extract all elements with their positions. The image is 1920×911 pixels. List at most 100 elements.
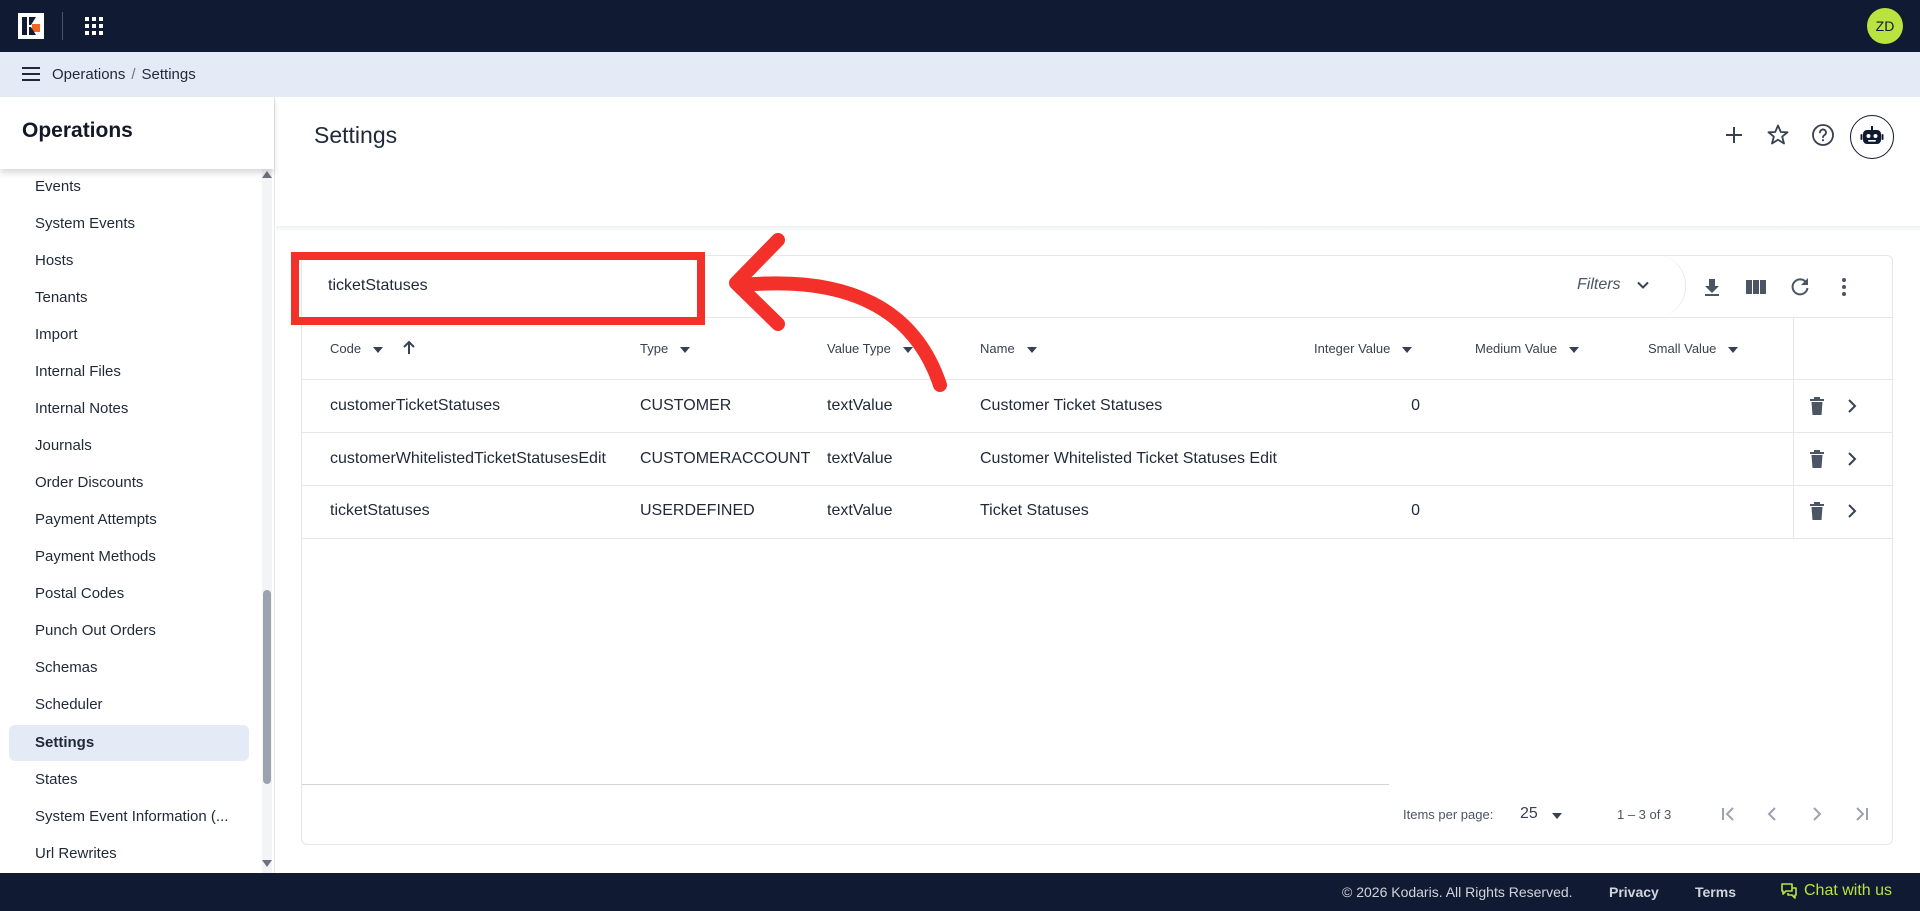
- chevron-down-icon[interactable]: [1636, 278, 1650, 292]
- apps-grid-icon[interactable]: [84, 16, 104, 36]
- sidebar-title: Operations: [22, 119, 133, 142]
- sidebar-item-scheduler[interactable]: Scheduler: [9, 687, 249, 723]
- terms-link[interactable]: Terms: [1695, 884, 1736, 900]
- row-divider: [302, 485, 1892, 486]
- prev-page-icon: [1767, 807, 1776, 821]
- favorite-button[interactable]: [1761, 118, 1795, 152]
- trash-icon[interactable]: [1807, 396, 1827, 416]
- arrow-up-icon[interactable]: [402, 340, 416, 356]
- previous-page-button[interactable]: [1760, 802, 1784, 826]
- sidebar-item-payment-attempts[interactable]: Payment Attempts: [9, 502, 249, 538]
- table-horizontal-scrollbar[interactable]: [302, 784, 1389, 785]
- column-header-type[interactable]: Type: [640, 341, 691, 356]
- refresh-icon: [1791, 278, 1809, 296]
- cell-code: ticketStatuses: [330, 502, 430, 519]
- sidebar-item-schemas[interactable]: Schemas: [9, 650, 249, 686]
- sidebar-item-punch-out-orders[interactable]: Punch Out Orders: [9, 613, 249, 649]
- page-title: Settings: [314, 122, 398, 148]
- last-page-button[interactable]: [1849, 802, 1873, 826]
- next-page-icon: [1813, 807, 1822, 821]
- sidebar-item-journals[interactable]: Journals: [9, 428, 249, 464]
- chevron-right-icon[interactable]: [1842, 501, 1862, 521]
- breadcrumb-current: Settings: [141, 66, 196, 83]
- help-button[interactable]: [1806, 118, 1840, 152]
- refresh-button[interactable]: [1786, 273, 1814, 301]
- columns-button[interactable]: [1742, 273, 1770, 301]
- sort-desc-icon[interactable]: [1569, 346, 1580, 353]
- scroll-down-icon[interactable]: [262, 860, 272, 867]
- trash-icon[interactable]: [1807, 449, 1827, 469]
- column-header-medium-value[interactable]: Medium Value: [1475, 341, 1580, 356]
- assistant-button[interactable]: [1850, 115, 1894, 159]
- sidebar-item-postal-codes[interactable]: Postal Codes: [9, 576, 249, 612]
- trash-icon[interactable]: [1807, 501, 1827, 521]
- row-divider: [302, 538, 1892, 539]
- star-icon: [1767, 124, 1789, 145]
- first-page-button[interactable]: [1717, 802, 1741, 826]
- add-button[interactable]: [1717, 118, 1751, 152]
- sort-desc-icon[interactable]: [373, 346, 384, 353]
- breadcrumb-separator: /: [131, 66, 136, 83]
- chat-icon: [1781, 883, 1797, 899]
- column-header-code[interactable]: Code: [330, 341, 384, 356]
- more-options-button[interactable]: [1830, 273, 1858, 301]
- robot-icon: [1860, 126, 1884, 144]
- annotation-highlight-box: [291, 252, 705, 325]
- sort-desc-icon[interactable]: [1026, 346, 1037, 353]
- sidebar-item-internal-files[interactable]: Internal Files: [9, 354, 249, 390]
- annotation-arrow-icon: [729, 233, 947, 392]
- sidebar-item-events[interactable]: Events: [9, 169, 249, 205]
- scroll-up-icon[interactable]: [262, 171, 272, 178]
- sidebar-item-system-event-information[interactable]: System Event Information (...: [9, 799, 249, 835]
- breadcrumb-bar: Operations / Settings: [0, 52, 1920, 97]
- next-page-button[interactable]: [1805, 802, 1829, 826]
- columns-icon: [1746, 280, 1766, 294]
- cell-type: USERDEFINED: [640, 502, 755, 519]
- cell-code: customerTicketStatuses: [330, 397, 501, 414]
- sidebar-scrollbar-thumb[interactable]: [263, 590, 271, 784]
- breadcrumb-parent[interactable]: Operations: [52, 66, 125, 83]
- privacy-link[interactable]: Privacy: [1609, 884, 1659, 900]
- sort-desc-icon[interactable]: [1728, 346, 1739, 353]
- header-row-divider: [302, 379, 1892, 380]
- download-icon: [1705, 279, 1719, 296]
- sidebar-item-url-rewrites[interactable]: Url Rewrites: [9, 836, 249, 872]
- sidebar-item-payment-methods[interactable]: Payment Methods: [9, 539, 249, 575]
- sidebar-item-system-events[interactable]: System Events: [9, 206, 249, 242]
- chevron-right-icon[interactable]: [1842, 449, 1862, 469]
- more-vert-icon: [1842, 278, 1846, 296]
- sort-desc-icon[interactable]: [1402, 346, 1413, 353]
- sidebar-item-hosts[interactable]: Hosts: [9, 243, 249, 279]
- sidebar-item-tenants[interactable]: Tenants: [9, 280, 249, 316]
- column-header-name[interactable]: Name: [980, 341, 1037, 356]
- sort-desc-icon[interactable]: [680, 346, 691, 353]
- topbar-divider: [62, 12, 63, 40]
- menu-icon[interactable]: [22, 66, 40, 82]
- pagination-range: 1 – 3 of 3: [1617, 807, 1672, 822]
- page-size-select[interactable]: 25: [1520, 805, 1538, 823]
- cell-value-type: textValue: [827, 502, 893, 519]
- column-header-integer-value[interactable]: Integer Value: [1314, 341, 1413, 356]
- footer: © 2026 Kodaris. All Rights Reserved. Pri…: [0, 873, 1920, 911]
- filters-button[interactable]: Filters: [1577, 276, 1621, 294]
- row-divider: [302, 432, 1892, 433]
- page-size-caret-icon[interactable]: [1552, 813, 1562, 819]
- avatar[interactable]: ZD: [1867, 8, 1903, 44]
- cell-integer-value: 0: [1411, 502, 1420, 519]
- sidebar-item-order-discounts[interactable]: Order Discounts: [9, 465, 249, 501]
- download-button[interactable]: [1698, 273, 1726, 301]
- chat-label: Chat with us: [1804, 882, 1893, 899]
- column-header-small-value[interactable]: Small Value: [1648, 341, 1739, 356]
- actions-column-divider: [1793, 318, 1794, 538]
- cell-name: Customer Whitelisted Ticket Statuses Edi…: [980, 450, 1277, 467]
- chat-with-us-link[interactable]: Chat with us: [1780, 882, 1892, 900]
- sidebar-item-settings[interactable]: Settings: [9, 725, 249, 761]
- sidebar-item-internal-notes[interactable]: Internal Notes: [9, 391, 249, 427]
- cell-value-type: textValue: [827, 450, 893, 467]
- sidebar-item-import[interactable]: Import: [9, 317, 249, 353]
- kodaris-logo-icon[interactable]: [18, 13, 44, 39]
- chevron-right-icon[interactable]: [1842, 396, 1862, 416]
- cell-code: customerWhitelistedTicketStatusesEdit: [330, 450, 606, 467]
- sidebar: Operations Events System Events Hosts Te…: [0, 97, 274, 873]
- sidebar-item-states[interactable]: States: [9, 762, 249, 798]
